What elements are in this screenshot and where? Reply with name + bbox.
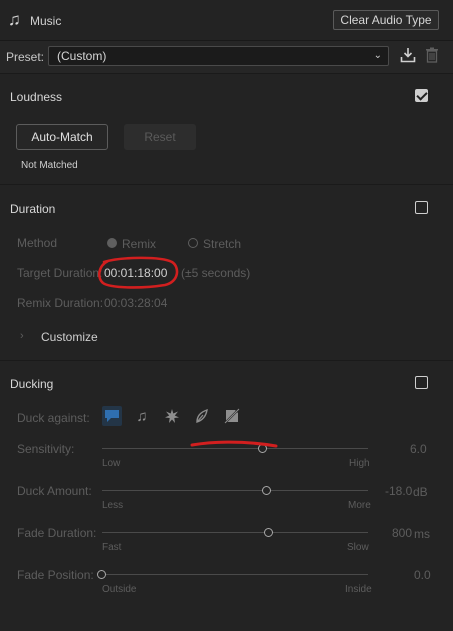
chevron-right-icon[interactable]: › — [20, 330, 24, 342]
target-duration-label: Target Duration: — [17, 266, 103, 280]
sensitivity-label: Sensitivity: — [17, 442, 75, 456]
sensitivity-slider-thumb[interactable] — [258, 444, 267, 453]
unassigned-icon[interactable] — [222, 406, 242, 426]
remix-radio[interactable] — [107, 238, 117, 248]
music-note-icon: ♫ — [8, 10, 21, 29]
auto-match-button[interactable]: Auto-Match — [16, 124, 108, 150]
fade-duration-slider-thumb[interactable] — [264, 528, 273, 537]
preset-label: Preset: — [6, 50, 45, 64]
music-icon[interactable]: ♫ — [132, 406, 152, 426]
duck-amount-min-label: Less — [102, 500, 124, 511]
duck-amount-max-label: More — [348, 500, 371, 511]
fade-position-slider-thumb[interactable] — [97, 570, 106, 579]
ambience-icon[interactable] — [192, 406, 212, 426]
chevron-down-icon: ⌄ — [373, 50, 382, 61]
fade-position-max-label: Inside — [345, 584, 372, 595]
loudness-status: Not Matched — [21, 160, 78, 171]
fade-position-label: Fade Position: — [17, 568, 94, 582]
duck-amount-slider-track[interactable] — [102, 490, 368, 491]
reset-button[interactable]: Reset — [124, 124, 196, 150]
fade-position-value[interactable]: 0.0 — [414, 568, 431, 582]
sfx-icon[interactable] — [162, 406, 182, 426]
ducking-title: Ducking — [10, 377, 54, 391]
delete-preset-icon[interactable] — [425, 47, 439, 63]
duck-against-label: Duck against: — [17, 411, 90, 425]
dialogue-icon[interactable] — [102, 406, 122, 426]
fade-duration-min-label: Fast — [102, 542, 122, 553]
remix-duration-value: 00:03:28:04 — [104, 296, 168, 310]
fade-position-min-label: Outside — [102, 584, 137, 595]
fade-duration-value[interactable]: 800 — [392, 526, 412, 540]
sensitivity-slider-track[interactable] — [102, 448, 368, 449]
method-label: Method — [17, 236, 58, 250]
preset-value: (Custom) — [57, 49, 107, 63]
clear-audio-type-button[interactable]: Clear Audio Type — [333, 10, 439, 30]
duck-amount-slider-thumb[interactable] — [262, 486, 271, 495]
fade-duration-slider-track[interactable] — [102, 532, 368, 533]
target-duration-value[interactable]: 00:01:18:00 — [104, 266, 167, 280]
target-tolerance: (±5 seconds) — [181, 266, 251, 280]
remix-duration-label: Remix Duration: — [17, 296, 104, 310]
duck-amount-unit: dB — [413, 485, 428, 499]
preset-select[interactable]: (Custom) ⌄ — [48, 46, 389, 66]
sensitivity-max-label: High — [349, 458, 370, 469]
loudness-checkbox[interactable] — [415, 89, 428, 102]
stretch-radio[interactable] — [188, 238, 198, 248]
fade-duration-unit: ms — [414, 527, 430, 541]
save-preset-icon[interactable] — [400, 47, 416, 63]
fade-position-slider-track[interactable] — [102, 574, 368, 575]
divider — [0, 184, 453, 185]
duck-amount-label: Duck Amount: — [17, 484, 92, 498]
fade-duration-label: Fade Duration: — [17, 526, 97, 540]
customize-toggle[interactable]: Customize — [41, 330, 98, 344]
stretch-option-label: Stretch — [203, 237, 242, 251]
divider — [0, 73, 453, 74]
sensitivity-value[interactable]: 6.0 — [410, 442, 427, 456]
duration-checkbox[interactable] — [415, 201, 428, 214]
fade-duration-max-label: Slow — [347, 542, 369, 553]
ducking-checkbox[interactable] — [415, 376, 428, 389]
duration-title: Duration — [10, 202, 56, 216]
loudness-title: Loudness — [10, 90, 63, 104]
duck-amount-value[interactable]: -18.0 — [385, 484, 412, 498]
sensitivity-min-label: Low — [102, 458, 121, 469]
audio-type-title: Music — [30, 14, 62, 28]
divider — [0, 360, 453, 361]
remix-option-label: Remix — [122, 237, 157, 251]
